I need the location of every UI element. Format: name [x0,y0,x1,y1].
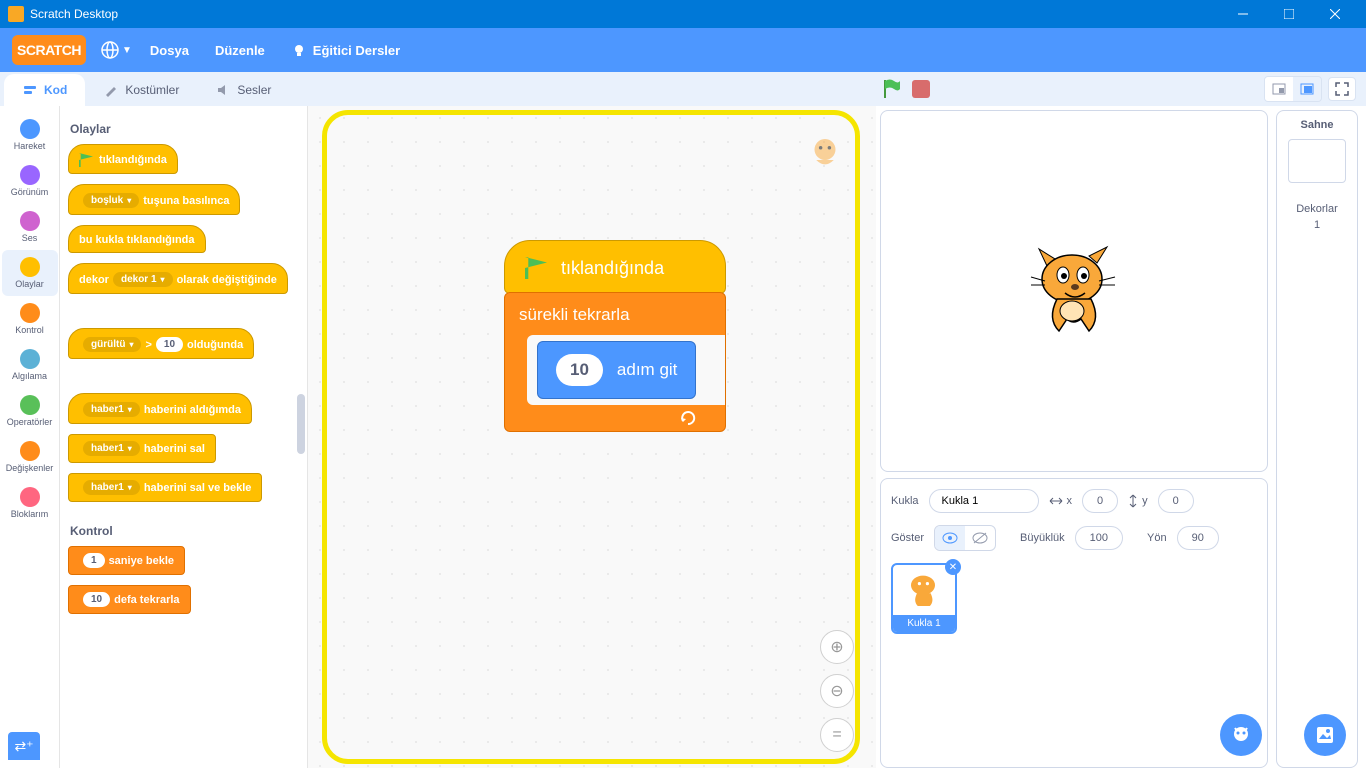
script-forever[interactable]: sürekli tekrarla 10adım git [504,292,726,432]
cat-operators[interactable]: Operatörler [2,388,58,434]
block-when-loudness[interactable]: gürültü>10olduğunda [68,328,301,359]
block-when-receive[interactable]: haber1haberini aldığımda [68,393,301,424]
window-title: Scratch Desktop [30,7,118,21]
cat-motion[interactable]: Hareket [2,112,58,158]
cat-plus-icon [1230,724,1252,746]
cat-myblocks[interactable]: Bloklarım [2,480,58,526]
block-when-flag[interactable]: tıklandığında [68,144,301,174]
scratch-cat-sprite[interactable] [1027,241,1122,341]
label-show: Göster [891,532,924,544]
sound-icon [215,82,231,98]
menu-edit[interactable]: Düzenle [215,43,265,58]
tab-row: Kod Kostümler Sesler [0,72,1366,106]
arrows-v-icon [1128,494,1138,508]
cat-control[interactable]: Kontrol [2,296,58,342]
script-stack[interactable]: tıklandığında sürekli tekrarla 10adım gi… [504,240,726,432]
cat-icon [904,570,944,610]
zoom-controls: ⊕ ⊖ = [820,630,854,752]
tab-costumes[interactable]: Kostümler [85,74,197,106]
green-flag-button[interactable] [882,78,902,100]
backdrops-count: 1 [1283,219,1351,231]
category-column: Hareket Görünüm Ses Olaylar Kontrol Algı… [0,106,60,768]
hide-button[interactable] [965,526,995,550]
block-when-backdrop[interactable]: dekordekor 1olarak değiştiğinde [68,263,301,294]
cat-looks[interactable]: Görünüm [2,158,58,204]
sprite-size-input[interactable]: 100 [1075,526,1123,550]
cat-variables[interactable]: Değişkenler [2,434,58,480]
language-picker[interactable]: ▼ [100,40,132,60]
add-sprite-button[interactable] [1220,714,1262,756]
cat-events[interactable]: Olaylar [2,250,58,296]
eye-icon [942,532,958,544]
label-direction: Yön [1147,532,1167,544]
maximize-button[interactable] [1266,0,1312,28]
flag-icon [79,153,93,167]
stage-size-controls [1264,76,1322,102]
globe-icon [100,40,120,60]
tab-code[interactable]: Kod [4,74,85,106]
show-toggle [934,525,996,551]
bulb-icon [291,42,307,58]
eye-off-icon [972,532,988,544]
block-when-key[interactable]: boşluktuşuna basılınca [68,184,301,215]
arrows-h-icon [1049,496,1063,506]
stage[interactable] [880,110,1268,472]
workspace-sprite-thumb [804,132,846,174]
stage-thumb[interactable] [1288,139,1346,183]
window-titlebar: Scratch Desktop [0,0,1366,28]
menu-file[interactable]: Dosya [150,43,189,58]
cat-sensing[interactable]: Algılama [2,342,58,388]
block-wait[interactable]: 1saniye bekle [68,546,301,575]
delete-sprite-icon[interactable]: ✕ [945,559,961,575]
swap-icon: ⇄⁺ [14,738,33,755]
menu-tutorials[interactable]: Eğitici Dersler [291,42,400,58]
brush-icon [103,82,119,98]
palette-heading-events: Olaylar [70,122,297,136]
sprite-card[interactable]: ✕ Kukla 1 [891,563,957,634]
show-button[interactable] [935,526,965,550]
flag-icon [525,257,547,279]
tab-sounds[interactable]: Sesler [197,74,289,106]
sprite-info-pane: Kukla x 0 y 0 Göster Büyüklük [880,478,1268,768]
sprite-y-input[interactable]: 0 [1158,489,1194,513]
app-icon [8,6,24,22]
sprite-x-input[interactable]: 0 [1082,489,1118,513]
block-palette[interactable]: Olaylar tıklandığında boşluktuşuna basıl… [60,106,308,768]
palette-scrollbar[interactable] [297,394,305,454]
label-sprite: Kukla [891,495,919,507]
script-workspace[interactable]: tıklandığında sürekli tekrarla 10adım gi… [308,106,876,768]
stop-button[interactable] [912,80,930,98]
sprite-direction-input[interactable]: 90 [1177,526,1219,550]
block-broadcast-wait[interactable]: haber1haberini sal ve bekle [68,473,301,502]
loop-icon [679,409,697,427]
block-when-sprite-clicked[interactable]: bu kukla tıklandığında [68,225,301,253]
zoom-in-button[interactable]: ⊕ [820,630,854,664]
stage-large-button[interactable] [1293,77,1321,101]
label-size: Büyüklük [1020,532,1065,544]
stage-small-button[interactable] [1265,77,1293,101]
backdrops-label: Dekorlar [1283,203,1351,215]
block-repeat[interactable]: 10defa tekrarla [68,585,301,614]
fullscreen-button[interactable] [1328,77,1356,101]
scratch-logo[interactable]: SCRATCH [12,35,86,65]
menubar: SCRATCH ▼ Dosya Düzenle Eğitici Dersler [0,28,1366,72]
zoom-reset-button[interactable]: = [820,718,854,752]
add-backdrop-button[interactable] [1304,714,1346,756]
stage-panel: Sahne Dekorlar 1 [1276,110,1358,768]
block-broadcast[interactable]: haber1haberini sal [68,434,301,463]
backpack-toggle[interactable]: ⇄⁺ [8,732,40,760]
highlight-frame [322,110,860,764]
image-icon [1315,725,1335,745]
close-button[interactable] [1312,0,1358,28]
run-controls [882,78,940,100]
palette-heading-control: Kontrol [70,524,297,538]
sprite-name-input[interactable] [929,489,1039,513]
script-move-steps[interactable]: 10adım git [537,341,696,399]
stage-label: Sahne [1283,119,1351,131]
script-when-flag[interactable]: tıklandığında [504,240,726,294]
minimize-button[interactable] [1220,0,1266,28]
zoom-out-button[interactable]: ⊖ [820,674,854,708]
code-icon [22,82,38,98]
cat-sound[interactable]: Ses [2,204,58,250]
